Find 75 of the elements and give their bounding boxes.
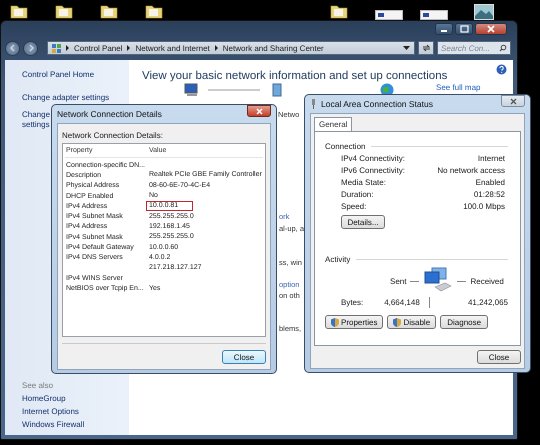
action-button[interactable]: Disable (387, 315, 436, 329)
see-also-link[interactable]: Windows Firewall (22, 420, 84, 429)
thumbnail-icon[interactable] (375, 10, 403, 20)
shield-icon (393, 318, 402, 326)
field-value: Enabled (476, 178, 505, 186)
close-icon (487, 25, 495, 33)
folder-icon[interactable] (55, 4, 73, 19)
see-also-link[interactable]: Internet Options (22, 407, 79, 416)
sent-label: Sent (390, 276, 406, 286)
sent-bytes: 4,664,148 (384, 298, 421, 306)
computer-icon (184, 83, 200, 97)
folder-icon[interactable] (145, 4, 163, 19)
maximize-button[interactable] (455, 23, 473, 35)
field-value: No network access (437, 166, 505, 174)
chevron-icon (126, 45, 132, 51)
received-bytes: 41,242,065 (468, 298, 508, 306)
shield-icon (331, 318, 339, 326)
search-field[interactable]: Search Con... (437, 41, 511, 55)
thumbnail-icon[interactable] (420, 10, 448, 20)
close-button[interactable]: Close (477, 350, 521, 364)
refresh-icon (422, 44, 430, 52)
back-button[interactable] (5, 40, 20, 56)
group-label: Activity (325, 254, 350, 264)
field-value: 01:28:52 (474, 190, 505, 198)
dialog-title: Network Connection Details (57, 109, 163, 119)
network-icon (270, 83, 284, 97)
action-button[interactable]: Diagnose (440, 315, 488, 329)
see-full-map-link[interactable]: See full map (436, 83, 480, 92)
close-button[interactable] (247, 105, 271, 117)
field-value: Internet (478, 154, 505, 162)
field-label: Media State: (341, 178, 386, 186)
breadcrumb-item[interactable]: Network and Sharing Center (222, 44, 324, 52)
control-panel-icon (52, 44, 61, 52)
minimize-button[interactable] (435, 23, 453, 35)
image-icon[interactable] (474, 4, 494, 20)
tab[interactable]: General (314, 117, 352, 131)
field-label: IPv4 Connectivity: (341, 154, 406, 162)
refresh-button[interactable] (418, 41, 434, 55)
maximize-icon (460, 25, 468, 33)
see-also-link[interactable]: HomeGroup (22, 394, 66, 403)
field-label: IPv6 Connectivity: (341, 166, 406, 174)
close-button[interactable] (475, 23, 507, 35)
network-plug-icon (310, 99, 317, 109)
action-button[interactable]: Properties (325, 315, 384, 329)
folder-icon[interactable] (100, 4, 118, 19)
forward-button[interactable] (23, 40, 38, 56)
folder-icon[interactable] (10, 4, 28, 19)
close-button[interactable] (501, 95, 525, 107)
sidebar-link[interactable]: settings (22, 120, 50, 129)
bytes-label: Bytes: (341, 298, 364, 306)
field-label: Duration: (341, 190, 374, 198)
breadcrumb-item[interactable]: Control Panel (74, 44, 122, 52)
address-bar[interactable]: Control Panel Network and Internet Network and Sharing Center (47, 41, 415, 55)
dialog-title: Local Area Connection Status (321, 99, 434, 109)
folder-icon[interactable] (330, 4, 348, 19)
close-icon (510, 98, 516, 104)
breadcrumb-item[interactable]: Network and Internet (135, 44, 210, 52)
close-icon (256, 108, 262, 114)
search-icon (499, 44, 507, 52)
dropdown-icon[interactable] (403, 46, 410, 50)
chevron-icon (214, 45, 219, 51)
page-heading: View your basic network information and set up connections (142, 70, 448, 82)
received-label: Received (470, 276, 504, 286)
details-button[interactable]: Details... (341, 215, 385, 229)
help-icon[interactable] (496, 64, 507, 75)
see-also-heading: See also (22, 381, 54, 390)
field-label: Speed: (341, 202, 366, 210)
chevron-icon (65, 45, 70, 51)
group-label: Connection (325, 142, 366, 150)
field-value: 100.0 Mbps (463, 202, 505, 210)
sidebar-link[interactable]: Change adapter settings (22, 93, 110, 102)
sidebar-link[interactable]: Control Panel Home (22, 70, 94, 79)
sidebar-link[interactable]: Change (22, 110, 50, 119)
close-button[interactable]: Close (222, 350, 266, 364)
list-caption: Network Connection Details: (62, 131, 164, 140)
